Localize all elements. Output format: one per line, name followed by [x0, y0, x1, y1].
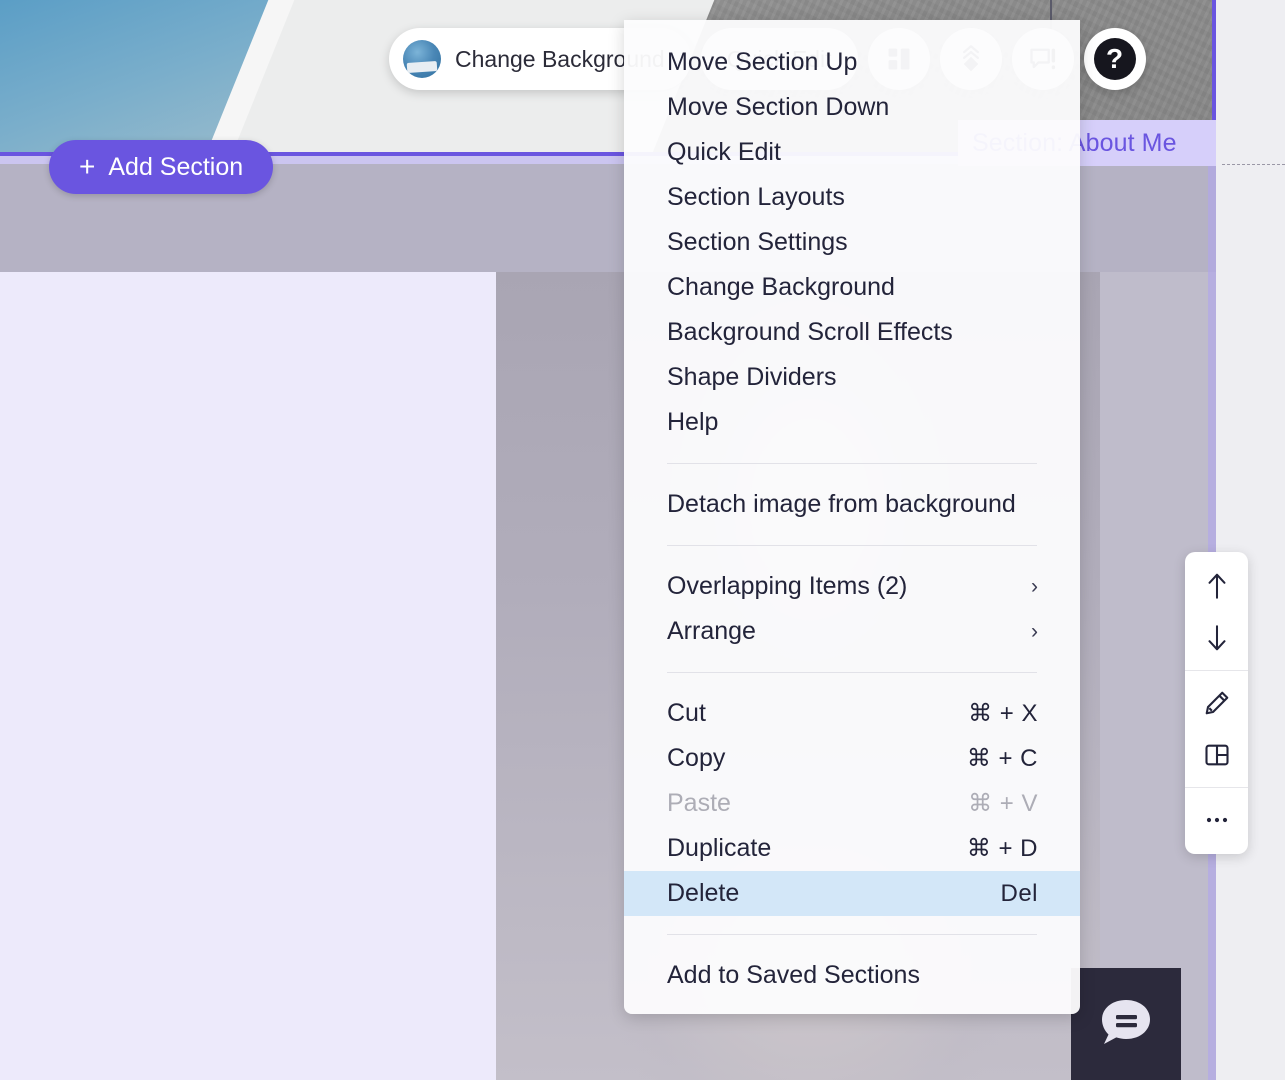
context-menu-item[interactable]: Copy ⌘ + C	[624, 736, 1080, 781]
edit-pencil-icon	[1205, 691, 1228, 715]
context-menu-item-label: Background Scroll Effects	[667, 318, 953, 346]
context-menu-item: Paste ⌘ + V	[624, 781, 1080, 826]
context-menu-item[interactable]: Background Scroll Effects	[624, 310, 1080, 355]
context-menu-item[interactable]: Help	[624, 400, 1080, 445]
canvas-gutter	[1216, 0, 1285, 1080]
side-toolbar-divider-2	[1185, 787, 1248, 788]
context-menu-item-label: Move Section Down	[667, 93, 890, 121]
context-menu-item[interactable]: Section Settings	[624, 220, 1080, 265]
context-menu-item[interactable]: Quick Edit	[624, 130, 1080, 175]
context-menu-item-label: Delete	[667, 879, 740, 907]
move-up-button[interactable]	[1185, 560, 1248, 612]
context-menu-item-shortcut: ⌘ + C	[966, 745, 1038, 772]
context-menu-item[interactable]: Cut ⌘ + X	[624, 691, 1080, 736]
move-up-icon	[1207, 573, 1226, 599]
context-menu-item-shortcut: ⌘ + X	[968, 700, 1038, 727]
context-menu-item[interactable]: Arrange ›	[624, 609, 1080, 654]
edit-button[interactable]	[1185, 677, 1248, 729]
context-menu-item-shortcut: ⌘ + D	[966, 835, 1038, 862]
context-menu-separator	[667, 545, 1037, 546]
move-down-button[interactable]	[1185, 612, 1248, 664]
context-menu-item-label: Copy	[667, 744, 726, 772]
element-side-toolbar	[1185, 552, 1248, 854]
context-menu-item[interactable]: Duplicate ⌘ + D	[624, 826, 1080, 871]
layout-icon	[1204, 744, 1229, 766]
context-menu-item-label: Add to Saved Sections	[667, 961, 920, 989]
context-menu-item-shortcut: ⌘ + V	[968, 790, 1038, 817]
context-menu-item-label: Quick Edit	[667, 138, 781, 166]
section-context-menu: Move Section Up Move Section Down Quick Ed…	[624, 20, 1080, 1014]
background-thumbnail-icon	[403, 40, 441, 78]
chevron-right-icon: ›	[1031, 619, 1038, 643]
chat-widget-button[interactable]	[1071, 968, 1181, 1080]
plus-icon: +	[79, 151, 96, 182]
add-section-label: Add Section	[108, 152, 244, 181]
context-menu-item-label: Overlapping Items (2)	[667, 572, 908, 600]
section-boundary-dashed-line	[1222, 164, 1285, 165]
context-menu-item-label: Move Section Up	[667, 48, 858, 76]
chat-bubble-icon	[1102, 1000, 1150, 1044]
context-menu-separator	[667, 672, 1037, 673]
context-menu-item-label: Duplicate	[667, 834, 772, 862]
context-menu-item[interactable]: Change Background	[624, 265, 1080, 310]
more-options-icon	[1206, 817, 1227, 823]
context-menu-item-label: Change Background	[667, 273, 895, 301]
context-menu-item[interactable]: Move Section Down	[624, 85, 1080, 130]
context-menu-item-label: Help	[667, 408, 719, 436]
context-menu-separator	[667, 934, 1037, 935]
context-menu-item[interactable]: Overlapping Items (2) ›	[624, 564, 1080, 609]
context-menu-separator	[667, 463, 1037, 464]
context-menu-item[interactable]: Shape Dividers	[624, 355, 1080, 400]
context-menu-item-label: Shape Dividers	[667, 363, 837, 391]
context-menu-item-label: Detach image from background	[667, 490, 1016, 518]
add-section-button[interactable]: + Add Section	[49, 140, 274, 194]
chevron-right-icon: ›	[1031, 574, 1038, 598]
context-menu-item-label: Arrange	[667, 617, 756, 645]
help-icon: ?	[1093, 38, 1136, 80]
context-menu-item-label: Section Layouts	[667, 183, 845, 211]
context-menu-item[interactable]: Detach image from background	[624, 482, 1080, 527]
context-menu-item-label: Paste	[667, 789, 731, 817]
context-menu-item-shortcut: Del	[1000, 879, 1038, 907]
about-me-panel	[0, 272, 496, 1080]
layout-button[interactable]	[1185, 729, 1248, 781]
context-menu-item[interactable]: Section Layouts	[624, 175, 1080, 220]
side-toolbar-divider	[1185, 670, 1248, 671]
move-down-icon	[1207, 625, 1226, 651]
editor-stage: Section: About Me Change Background Quic…	[0, 0, 1285, 1080]
context-menu-item[interactable]: Add to Saved Sections	[624, 953, 1080, 998]
context-menu-item[interactable]: Delete Del	[624, 871, 1080, 916]
context-menu-item[interactable]: Move Section Up	[624, 40, 1080, 85]
context-menu-item-label: Section Settings	[667, 228, 848, 256]
context-menu-item-label: Cut	[667, 699, 706, 727]
help-button[interactable]: ?	[1083, 28, 1146, 90]
more-options-button[interactable]	[1185, 794, 1248, 846]
